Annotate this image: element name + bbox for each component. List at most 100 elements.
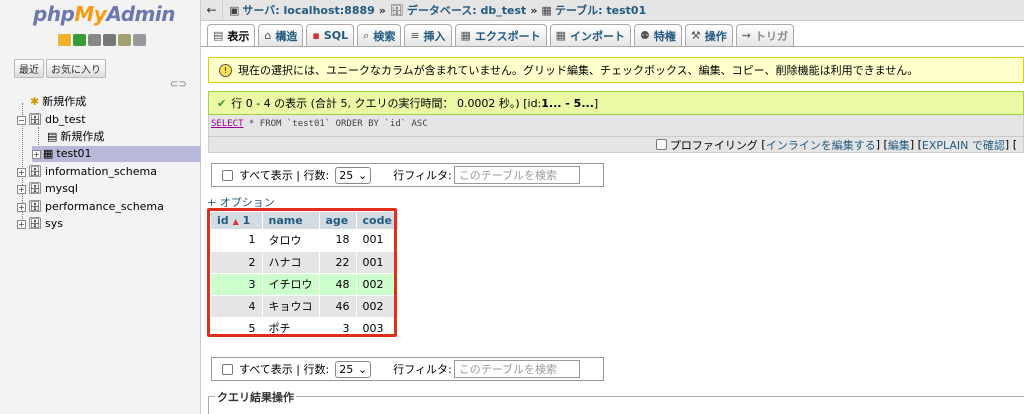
tree-label: information_schema — [44, 165, 157, 178]
rows-value: 25 — [339, 168, 354, 182]
column-header-code[interactable]: code — [356, 212, 399, 229]
edit-inline-link[interactable]: インラインを編集する — [766, 137, 876, 153]
tab-label: 検索 — [373, 29, 396, 43]
tab-label: 構造 — [275, 29, 298, 43]
query-window-icon[interactable] — [88, 34, 101, 46]
sort-index: 1 — [242, 214, 251, 227]
show-all-checkbox[interactable] — [222, 169, 233, 181]
link-with-main-icon[interactable]: ⊂⊃ — [170, 79, 187, 90]
cell-code: 001 — [356, 229, 399, 252]
filter-input[interactable]: このテーブルを検索 — [453, 166, 580, 184]
tab-import[interactable]: ▦ インポート — [549, 24, 632, 46]
breadcrumb-server[interactable]: サーバ: localhost:8889 — [242, 2, 374, 18]
options-link[interactable]: + オプション — [207, 194, 275, 210]
cell-age: 3 — [319, 317, 357, 340]
query-result-operations: クエリ結果操作 — [208, 389, 1024, 414]
table-row[interactable]: 2 ハナコ 22 001 — [211, 251, 399, 274]
filter-input[interactable]: このテーブルを検索 — [453, 360, 580, 378]
tree-label: 新規作成 — [60, 130, 105, 143]
expand-toggle[interactable]: + — [17, 167, 26, 177]
tree-item-sys[interactable]: + 🗄 sys — [17, 216, 63, 232]
phpmyadmin-logo[interactable]: phpMyAdmin — [33, 2, 175, 26]
tree-item-information-schema[interactable]: + 🗄 information_schema — [17, 164, 157, 180]
cell-code: 001 — [356, 251, 399, 274]
show-all-label: すべて表示 — [239, 169, 293, 182]
database-icon: 🗄 — [28, 113, 42, 126]
column-header-id[interactable]: id ▲ 1 — [211, 212, 263, 229]
reload-icon[interactable] — [133, 34, 146, 46]
rows-value: 25 — [339, 362, 354, 376]
insert-icon: ≡ — [410, 29, 420, 42]
sql-keyword-select[interactable]: SELECT — [211, 119, 244, 129]
tab-search[interactable]: ⌕ 検索 — [357, 24, 402, 46]
column-header-name[interactable]: name — [262, 212, 320, 229]
rows-select[interactable]: 25 ⌄ — [335, 360, 372, 378]
tab-export[interactable]: ▦ エクスポート — [454, 24, 547, 46]
logout-icon[interactable] — [73, 34, 86, 46]
tab-privileges[interactable]: ⚉ 特権 — [634, 24, 682, 46]
breadcrumb: ← ▣ サーバ: localhost:8889 » 🗄 データベース: db_t… — [201, 0, 1024, 21]
expand-toggle[interactable]: + — [32, 149, 41, 159]
notice-message: ! 現在の選択には、ユニークなカラムが含まれていません。グリッド編集、チェックボ… — [208, 57, 1024, 83]
database-icon: 🗄 — [28, 200, 42, 213]
tab-label: エクスポート — [474, 29, 541, 43]
expand-toggle[interactable]: + — [17, 184, 26, 194]
cell-id: 4 — [211, 295, 263, 318]
rows-select[interactable]: 25 ⌄ — [335, 166, 372, 184]
settings-icon[interactable] — [118, 34, 131, 46]
tree-item-new-database[interactable]: ✱ 新規作成 — [30, 94, 86, 110]
tab-label: 表示 — [227, 29, 250, 43]
profiling-checkbox[interactable] — [655, 139, 667, 150]
collapse-toggle[interactable]: − — [17, 115, 26, 125]
table-row[interactable]: 4 キョウコ 46 002 — [211, 295, 399, 318]
tab-sql[interactable]: ▪ SQL — [306, 24, 355, 46]
search-icon: ⌕ — [363, 28, 370, 42]
favorites-button[interactable]: お気に入り — [46, 59, 106, 78]
cell-name: ハナコ — [262, 251, 320, 274]
database-icon: 🗄 — [389, 3, 404, 17]
tab-browse[interactable]: ▤ 表示 — [207, 24, 256, 46]
table-header-row: id ▲ 1 name age code — [211, 212, 399, 229]
breadcrumb-database[interactable]: データベース: db_test — [407, 2, 526, 18]
logo-part: My — [74, 2, 107, 26]
table-icon: ▤ — [213, 29, 224, 42]
expand-toggle[interactable]: + — [17, 219, 26, 229]
divider: | — [292, 168, 304, 182]
expand-toggle[interactable]: + — [17, 202, 26, 212]
cell-age: 18 — [319, 229, 357, 252]
sort-ascending-icon: ▲ — [232, 217, 239, 226]
tree-item-new-table[interactable]: ▤ 新規作成 — [47, 129, 104, 145]
tab-structure[interactable]: ⌂ 構造 — [258, 24, 304, 46]
cell-code: 002 — [356, 273, 399, 296]
sql-icon: ▪ — [312, 29, 320, 42]
explain-link[interactable]: EXPLAIN で確認 — [922, 137, 1005, 153]
new-database-icon: ✱ — [30, 95, 40, 108]
tree-item-db-test[interactable]: − 🗄 db_test — [17, 112, 86, 128]
tab-operations[interactable]: ⚒ 操作 — [684, 24, 733, 46]
sql-query-box[interactable]: SELECT * FROM `test01` ORDER BY `id` ASC — [208, 115, 1024, 137]
breadcrumb-table[interactable]: テーブル: test01 — [555, 2, 646, 18]
tree-item-mysql[interactable]: + 🗄 mysql — [17, 181, 78, 197]
back-arrow-icon[interactable]: ← — [201, 0, 223, 21]
cell-age: 46 — [319, 295, 357, 318]
logo-part: Admin — [106, 2, 175, 26]
breadcrumb-separator: » — [378, 3, 386, 17]
chevron-down-icon: ⌄ — [358, 362, 368, 376]
recent-button[interactable]: 最近 — [14, 59, 44, 78]
tree-item-test01[interactable]: + ▦ test01 — [32, 146, 201, 162]
docs-icon[interactable] — [103, 34, 116, 46]
edit-link[interactable]: 編集 — [888, 137, 910, 153]
database-icon: 🗄 — [28, 165, 42, 178]
table-row[interactable]: 5 ポチ 3 003 — [211, 317, 399, 340]
show-all-checkbox[interactable] — [222, 363, 233, 375]
cell-name: イチロウ — [262, 273, 320, 296]
tab-triggers[interactable]: ⇝ トリガ — [735, 24, 794, 46]
tree-item-performance-schema[interactable]: + 🗄 performance_schema — [17, 199, 164, 215]
tab-divider — [201, 46, 1024, 47]
success-message: ✔ 行 0 - 4 の表示 (合計 5, クエリの実行時間： 0.0002 秒。… — [208, 91, 1024, 115]
table-row[interactable]: 1 タロウ 18 001 — [211, 229, 399, 252]
tab-insert[interactable]: ≡ 挿入 — [404, 24, 452, 46]
column-header-age[interactable]: age — [319, 212, 357, 229]
home-icon[interactable] — [58, 34, 71, 46]
table-row-highlighted[interactable]: 3 イチロウ 48 002 — [211, 273, 399, 296]
